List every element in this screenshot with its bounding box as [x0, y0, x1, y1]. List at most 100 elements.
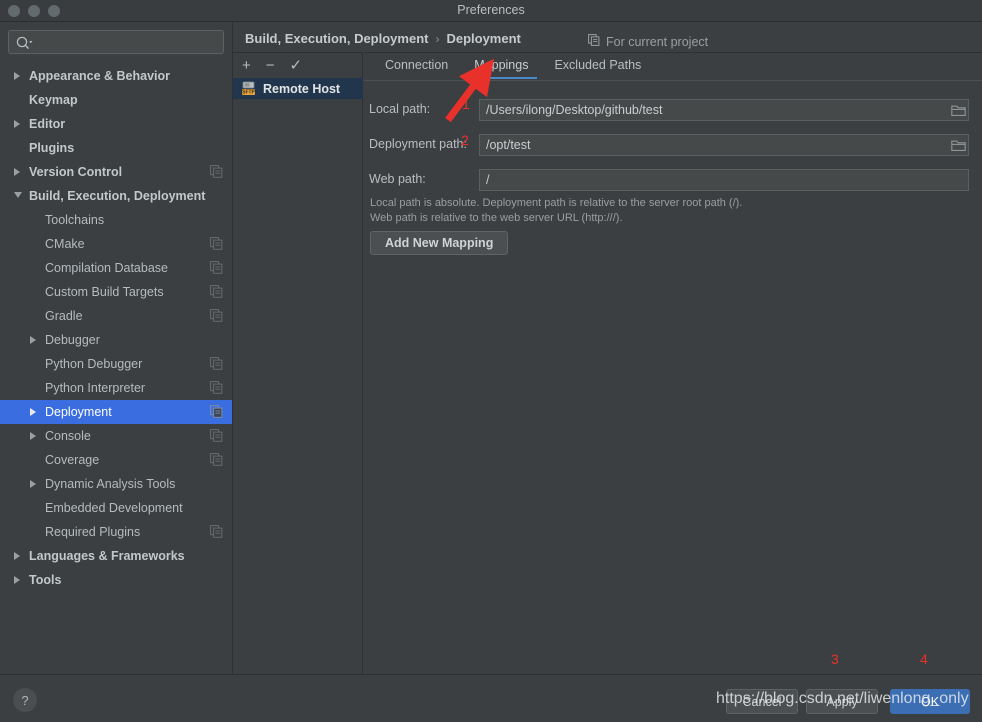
sidebar-item-python-interpreter[interactable]: Python Interpreter	[0, 376, 232, 400]
sidebar-item-label: Dynamic Analysis Tools	[45, 477, 176, 491]
dialog-footer: ? Cancel Apply OK	[0, 674, 982, 722]
sidebar-item-console[interactable]: Console	[0, 424, 232, 448]
chevron-right-icon[interactable]	[30, 480, 36, 488]
sidebar-item-label: Console	[45, 429, 91, 443]
breadcrumb-separator: ›	[435, 31, 440, 46]
host-list-item-remote-host[interactable]: SFTP Remote Host	[233, 78, 363, 99]
sidebar-item-cmake[interactable]: CMake	[0, 232, 232, 256]
chevron-right-icon[interactable]	[30, 336, 36, 344]
sidebar-item-editor[interactable]: Editor	[0, 112, 232, 136]
settings-tree[interactable]: Appearance & Behavior Keymap Editor Plugins…	[0, 64, 232, 672]
local-path-input[interactable]	[479, 99, 969, 121]
sidebar-item-appearance-behavior[interactable]: Appearance & Behavior	[0, 64, 232, 88]
web-path-input[interactable]	[479, 169, 969, 191]
chevron-right-icon[interactable]	[14, 168, 20, 176]
sidebar-item-label: Keymap	[29, 93, 78, 107]
host-list-item-label: Remote Host	[263, 81, 341, 96]
sidebar-item-label: Gradle	[45, 309, 83, 323]
copy-icon	[588, 34, 600, 49]
chevron-right-icon[interactable]	[14, 72, 20, 80]
sidebar-item-label: Build, Execution, Deployment	[29, 189, 206, 203]
search-icon	[15, 35, 33, 51]
sidebar-item-label: Python Interpreter	[45, 381, 146, 395]
cancel-button[interactable]: Cancel	[726, 689, 798, 714]
sidebar-item-tools[interactable]: Tools	[0, 568, 232, 592]
sftp-server-icon: SFTP	[241, 81, 257, 96]
remove-server-button[interactable]: −	[266, 58, 275, 73]
browse-folder-icon[interactable]	[951, 138, 966, 152]
hint-line-1: Local path is absolute. Deployment path …	[370, 197, 743, 209]
deployment-path-input[interactable]	[479, 134, 969, 156]
deployment-path-label: Deployment path:	[369, 137, 467, 151]
sidebar-item-label: Required Plugins	[45, 525, 141, 539]
chevron-right-icon[interactable]	[14, 552, 20, 560]
mappings-hint-text: Local path is absolute. Deployment path …	[370, 196, 890, 226]
sidebar-item-label: Embedded Development	[45, 501, 183, 515]
hint-line-2: Web path is relative to the web server U…	[370, 212, 623, 224]
sidebar-item-keymap[interactable]: Keymap	[0, 88, 232, 112]
copy-icon	[210, 165, 223, 178]
local-path-row: Local path:	[364, 99, 982, 121]
sidebar-item-plugins[interactable]: Plugins	[0, 136, 232, 160]
host-list-toolbar: + − ✓	[233, 53, 363, 77]
sidebar-item-dynamic-analysis-tools[interactable]: Dynamic Analysis Tools	[0, 472, 232, 496]
sidebar-item-python-debugger[interactable]: Python Debugger	[0, 352, 232, 376]
apply-button[interactable]: Apply	[806, 689, 878, 714]
tab-mappings[interactable]: Mappings	[463, 54, 539, 79]
tab-connection[interactable]: Connection	[374, 54, 459, 79]
mappings-tab-content: Local path: Deployment path:	[364, 80, 982, 674]
set-default-server-button[interactable]: ✓	[290, 58, 303, 73]
sidebar-item-languages-frameworks[interactable]: Languages & Frameworks	[0, 544, 232, 568]
sidebar-item-toolchains[interactable]: Toolchains	[0, 208, 232, 232]
breadcrumb: Build, Execution, Deployment › Deploymen…	[245, 31, 521, 46]
copy-icon	[210, 429, 223, 442]
ok-button[interactable]: OK	[890, 689, 970, 714]
browse-folder-icon[interactable]	[951, 103, 966, 117]
chevron-right-icon[interactable]	[30, 432, 36, 440]
copy-icon	[210, 405, 223, 418]
sidebar-item-debugger[interactable]: Debugger	[0, 328, 232, 352]
sidebar-item-version-control[interactable]: Version Control	[0, 160, 232, 184]
sidebar-item-label: Coverage	[45, 453, 100, 467]
copy-icon	[210, 309, 223, 322]
copy-icon	[210, 525, 223, 538]
chevron-right-icon[interactable]	[14, 576, 20, 584]
sidebar-item-build-execution-deployment[interactable]: Build, Execution, Deployment	[0, 184, 232, 208]
sidebar-item-deployment[interactable]: Deployment	[0, 400, 232, 424]
svg-text:SFTP: SFTP	[242, 90, 255, 96]
sidebar-item-gradle[interactable]: Gradle	[0, 304, 232, 328]
sidebar-item-label: Python Debugger	[45, 357, 143, 371]
for-current-project-text: For current project	[606, 34, 709, 49]
sidebar-item-compilation-database[interactable]: Compilation Database	[0, 256, 232, 280]
sidebar-item-label: Version Control	[29, 165, 123, 179]
chevron-down-icon[interactable]	[14, 192, 22, 198]
sidebar-item-label: CMake	[45, 237, 85, 251]
sidebar-item-required-plugins[interactable]: Required Plugins	[0, 520, 232, 544]
sidebar-item-label: Toolchains	[45, 213, 105, 227]
main-panel: Build, Execution, Deployment › Deploymen…	[233, 22, 982, 674]
local-path-label: Local path:	[369, 102, 431, 116]
copy-icon	[210, 285, 223, 298]
settings-sidebar: Appearance & Behavior Keymap Editor Plugins…	[0, 22, 233, 674]
help-button[interactable]: ?	[13, 688, 37, 712]
chevron-right-icon[interactable]	[30, 408, 36, 416]
sidebar-item-label: Compilation Database	[45, 261, 168, 275]
breadcrumb-parent[interactable]: Build, Execution, Deployment	[245, 31, 428, 46]
add-server-button[interactable]: +	[242, 58, 251, 73]
search-box[interactable]	[8, 30, 224, 54]
copy-icon	[210, 237, 223, 250]
web-path-label: Web path:	[369, 172, 426, 186]
sidebar-item-embedded-development[interactable]: Embedded Development	[0, 496, 232, 520]
copy-icon	[210, 357, 223, 370]
sidebar-item-coverage[interactable]: Coverage	[0, 448, 232, 472]
title-bar: Preferences	[0, 0, 982, 22]
search-input[interactable]	[37, 31, 219, 53]
chevron-right-icon[interactable]	[14, 120, 20, 128]
tab-excluded-paths[interactable]: Excluded Paths	[543, 54, 652, 79]
sidebar-item-label: Editor	[29, 117, 66, 131]
sidebar-item-custom-build-targets[interactable]: Custom Build Targets	[0, 280, 232, 304]
deployment-tabs[interactable]: Connection Mappings Excluded Paths	[364, 52, 982, 80]
copy-icon	[210, 261, 223, 274]
add-new-mapping-button[interactable]: Add New Mapping	[370, 231, 509, 255]
copy-icon	[210, 453, 223, 466]
